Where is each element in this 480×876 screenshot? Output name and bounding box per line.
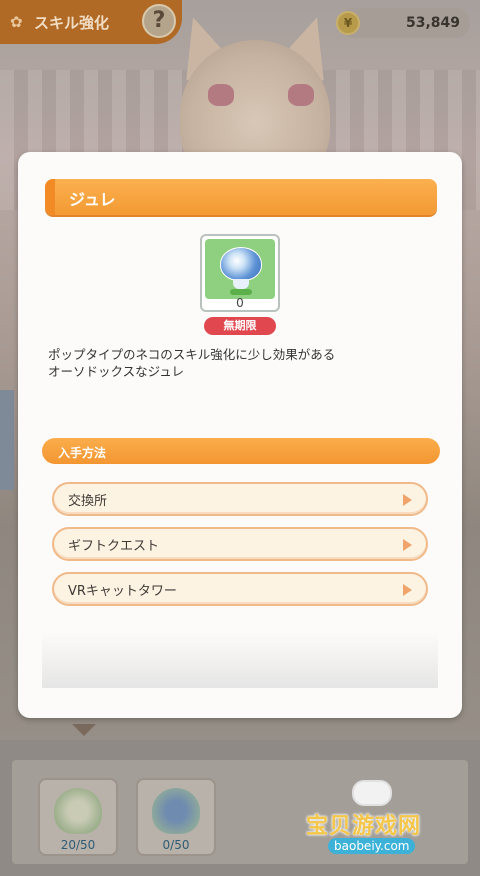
gamepad-logo-icon: [352, 780, 392, 806]
item-frame: 0: [200, 234, 280, 312]
acquisition-label: ギフトクエスト: [68, 538, 160, 554]
acquisition-gift-quest-button[interactable]: ギフトクエスト: [52, 527, 428, 561]
list-fade: [42, 632, 438, 688]
acquisition-label: VRキャットタワー: [68, 583, 177, 599]
title-accent: [45, 179, 55, 215]
material-card-jelly[interactable]: 0/50: [136, 778, 216, 856]
play-arrow-icon: [403, 584, 412, 596]
item-quantity: 0: [236, 296, 244, 310]
acquisition-label: 交換所: [68, 493, 108, 509]
acquisition-exchange-button[interactable]: 交換所: [52, 482, 428, 516]
character-bow-right: [288, 84, 314, 106]
expiry-badge: 無期限: [204, 317, 276, 335]
watermark-text: 宝贝游戏网: [306, 814, 422, 839]
paw-icon: ✿: [10, 13, 23, 31]
acquisition-section-header: 入手方法: [42, 438, 440, 464]
material-card-milk[interactable]: 20/50: [38, 778, 118, 856]
acquisition-vr-cat-tower-button[interactable]: VRキャットタワー: [52, 572, 428, 606]
item-background: [205, 239, 275, 299]
watermark-url: baobeiy.com: [328, 838, 416, 854]
description-line: ポップタイプのネコのスキル強化に少し効果がある: [48, 347, 336, 362]
help-icon: ?: [152, 8, 166, 33]
coin-icon: ¥: [336, 11, 360, 35]
item-description: ポップタイプのネコのスキル強化に少し効果がある オーソドックスなジュレ: [48, 346, 438, 380]
jelly-cup: [233, 279, 249, 289]
coin-value: 53,849: [405, 15, 460, 31]
material-count: 20/50: [60, 838, 96, 852]
character-bow-left: [208, 84, 234, 106]
tray-pointer-icon: [72, 724, 96, 736]
jelly-icon: [220, 247, 262, 281]
item-detail-dialog: ジュレ 0 無期限 ポップタイプのネコのスキル強化に少し効果がある オーソドック…: [18, 152, 462, 718]
coin-counter: ¥ 53,849: [336, 8, 470, 38]
description-line: オーソドックスなジュレ: [48, 364, 185, 379]
dialog-title-bar: ジュレ: [45, 179, 437, 215]
acquisition-title: 入手方法: [58, 446, 107, 460]
background-side-panel: [0, 390, 14, 490]
help-button[interactable]: ?: [142, 4, 176, 38]
material-count: 0/50: [162, 838, 190, 852]
jelly-icon: [152, 788, 200, 834]
play-arrow-icon: [403, 539, 412, 551]
play-arrow-icon: [403, 494, 412, 506]
jelly-base: [230, 289, 252, 295]
screen-title: スキル強化: [34, 13, 110, 32]
dialog-title: ジュレ: [69, 190, 116, 209]
milk-jelly-icon: [54, 788, 102, 834]
